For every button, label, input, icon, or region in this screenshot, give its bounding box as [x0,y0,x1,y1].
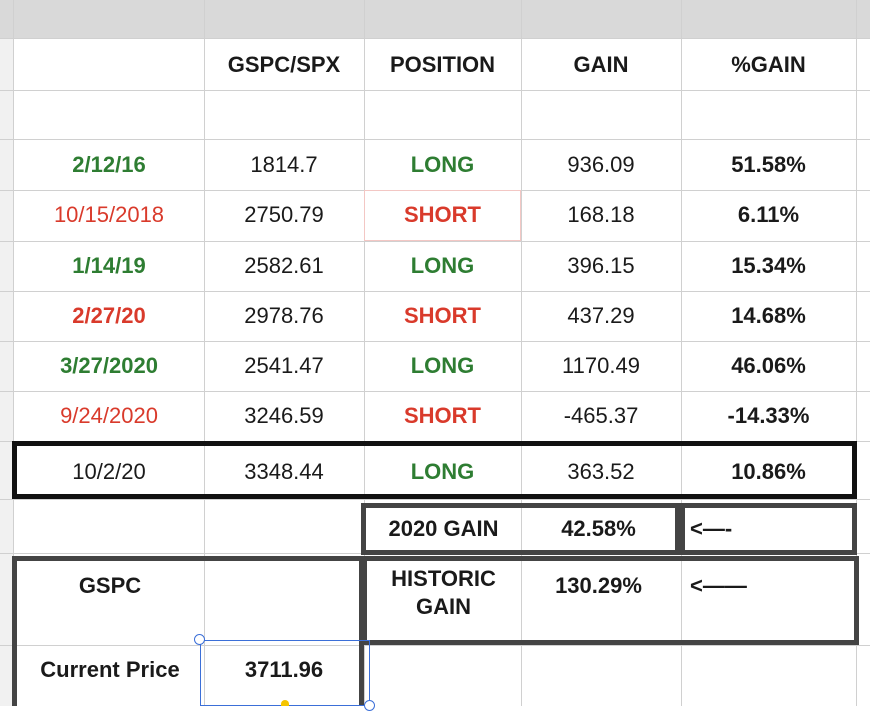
cell-gain[interactable]: 168.18 [521,190,681,240]
cell-pct[interactable]: 51.58% [681,140,856,190]
cell-price[interactable]: 3246.59 [204,391,364,441]
cell-gain[interactable]: -465.37 [521,391,681,441]
cell-price[interactable]: 1814.7 [204,140,364,190]
label-historic-line1: HISTORIC [391,566,496,591]
cell-pct[interactable]: 14.68% [681,291,856,341]
value-historic-gain[interactable]: 130.29% [521,566,676,606]
cell-price[interactable]: 2582.61 [204,241,364,291]
header-position[interactable]: POSITION [364,40,521,90]
cell-date[interactable]: 9/24/2020 [14,391,204,441]
cell-date[interactable]: 3/27/2020 [14,341,204,391]
cell-date[interactable]: 10/15/2018 [14,190,204,240]
header-gain[interactable]: GAIN [521,40,681,90]
arrow-historic[interactable]: <—— [690,566,770,606]
fill-handle[interactable] [281,700,289,706]
cell-gain[interactable]: 396.15 [521,241,681,291]
label-current-price[interactable]: Current Price [16,646,204,694]
cell-date[interactable]: 2/12/16 [14,140,204,190]
header-gspc-spx[interactable]: GSPC/SPX [204,40,364,90]
cell-position[interactable]: LONG [364,241,521,291]
cell-date[interactable]: 2/27/20 [14,291,204,341]
cell-selection-outline[interactable] [200,640,370,706]
grid-hline [0,38,870,39]
grid-hline [0,499,870,500]
grid-hline [0,90,870,91]
label-gspc[interactable]: GSPC [16,565,204,607]
arrow-2020[interactable]: <—- [690,506,750,552]
label-historic-gain[interactable]: HISTORIC GAIN [366,566,521,636]
label-2020-gain[interactable]: 2020 GAIN [366,506,521,552]
cell-price[interactable]: 2750.79 [204,190,364,240]
cell-date[interactable]: 1/14/19 [14,241,204,291]
value-2020-gain[interactable]: 42.58% [521,506,676,552]
cell-pct[interactable]: 15.34% [681,241,856,291]
cell-pct[interactable]: 6.11% [681,190,856,240]
highlight-box-latest-row [12,441,857,499]
header-pct-gain[interactable]: %GAIN [681,40,856,90]
cell-border-highlight [364,190,521,241]
cell-price[interactable]: 2978.76 [204,291,364,341]
cell-pct[interactable]: 46.06% [681,341,856,391]
cell-price[interactable]: 2541.47 [204,341,364,391]
cell-position[interactable]: LONG [364,140,521,190]
cell-position[interactable]: LONG [364,341,521,391]
label-historic-line2: GAIN [416,594,471,620]
cell-position[interactable]: SHORT [364,391,521,441]
spreadsheet: GSPC/SPX POSITION GAIN %GAIN 2/12/16 1814… [0,0,870,711]
cell-pct[interactable]: -14.33% [681,391,856,441]
cell-position[interactable]: SHORT [364,291,521,341]
cell-gain[interactable]: 437.29 [521,291,681,341]
selection-handle-top-left[interactable] [194,634,205,645]
cell-gain[interactable]: 1170.49 [521,341,681,391]
column-header-strip[interactable] [0,0,870,38]
cell-gain[interactable]: 936.09 [521,140,681,190]
